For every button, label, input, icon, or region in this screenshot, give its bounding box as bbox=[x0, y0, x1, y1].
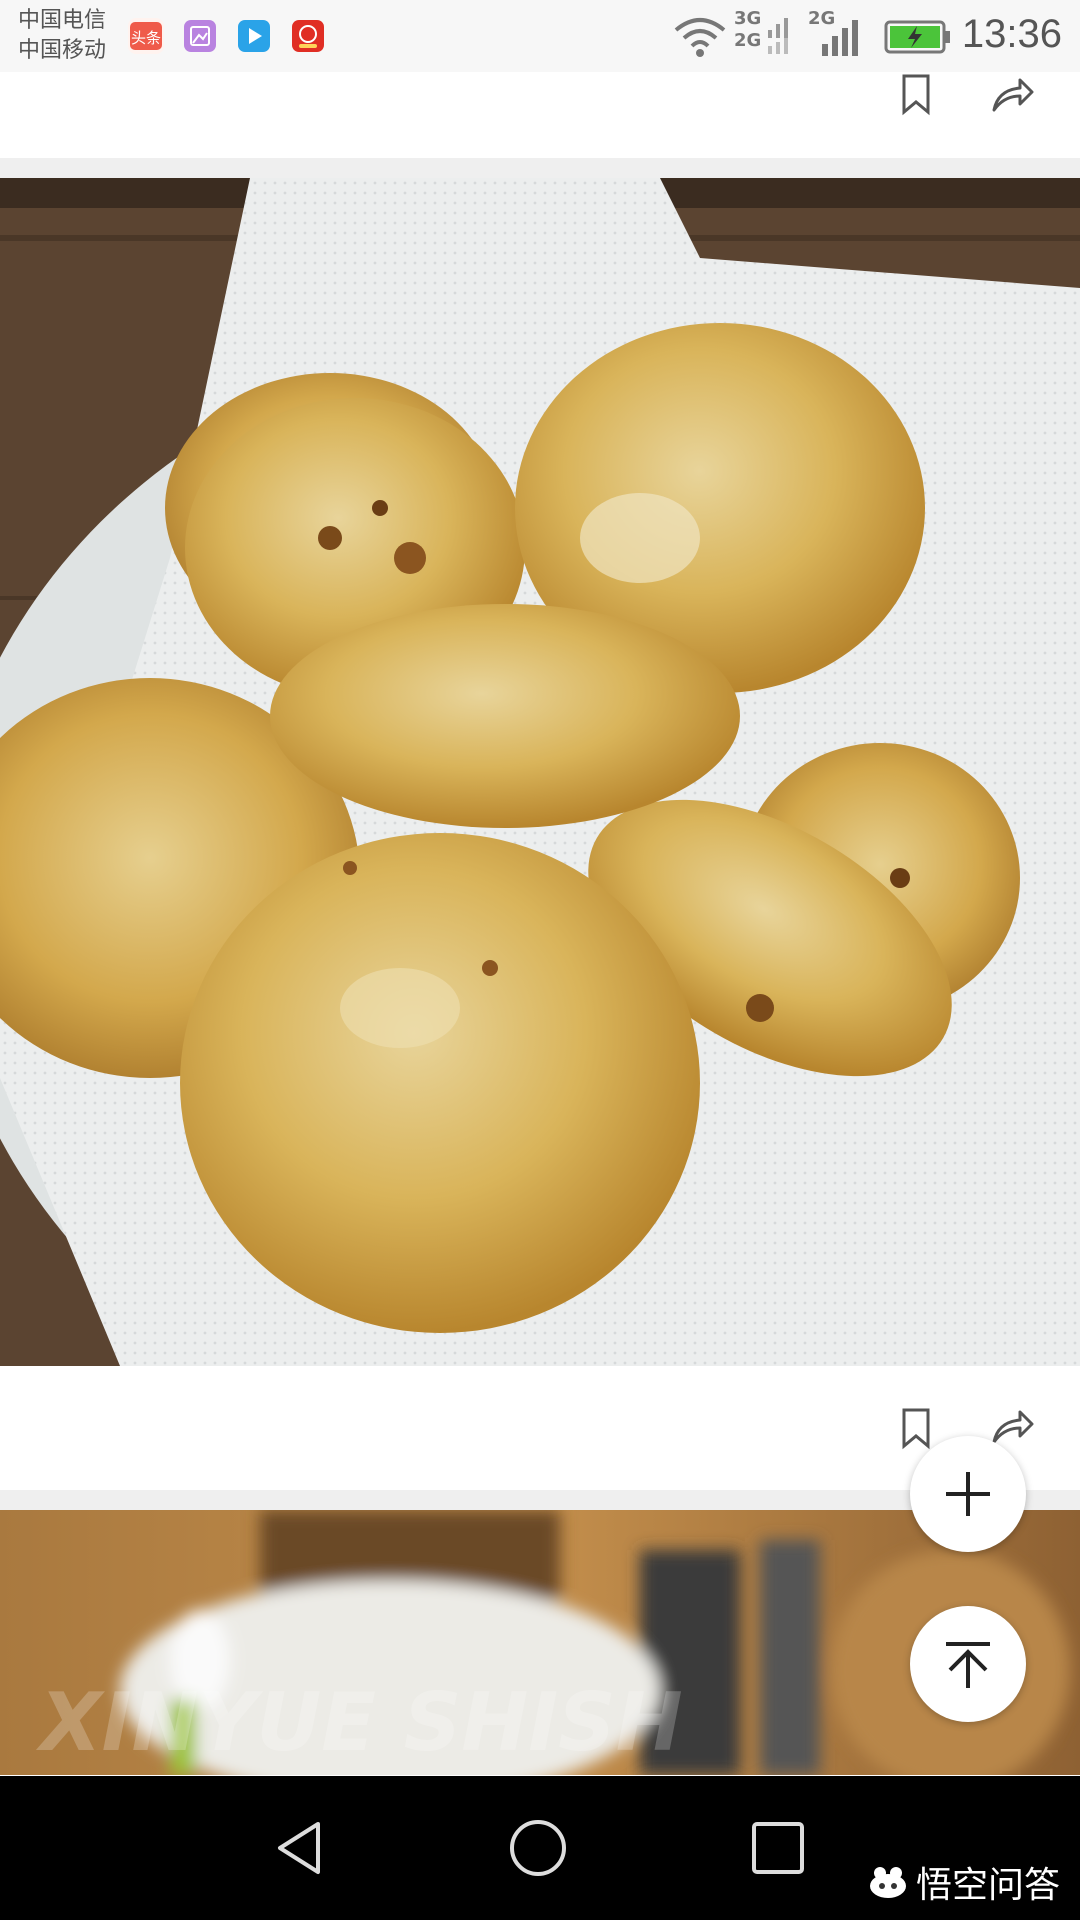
gallery-app-icon bbox=[182, 18, 218, 54]
wukong-logo-icon bbox=[869, 1867, 906, 1898]
card-1-actions bbox=[0, 72, 1080, 156]
image-watermark: XINYUE SHISH bbox=[35, 1676, 683, 1769]
feed-divider-1 bbox=[0, 158, 1080, 178]
carrier-telecom: 中国电信 bbox=[18, 8, 107, 33]
share-icon[interactable] bbox=[990, 72, 1034, 116]
add-button[interactable] bbox=[910, 1436, 1026, 1552]
status-bar: 中国电信 中国移动 头条 3G 2G 2G 13:36 bbox=[0, 0, 1080, 72]
signal-bars-icon-2 bbox=[822, 20, 858, 56]
home-circle-icon[interactable] bbox=[508, 1818, 568, 1878]
network-2g-a: 2G bbox=[734, 30, 762, 51]
plus-icon bbox=[946, 1472, 990, 1516]
network-3g: 3G bbox=[734, 8, 762, 29]
signal-bars-icon-1 bbox=[768, 18, 788, 54]
battery-charging-icon bbox=[884, 20, 950, 54]
video-app-icon bbox=[236, 18, 272, 54]
fried-lotus-root-image[interactable] bbox=[0, 178, 1080, 1366]
wukong-brand-text: 悟空问答 bbox=[915, 1865, 1060, 1906]
carrier-mobile: 中国移动 bbox=[18, 38, 107, 63]
toutiao-label: 头条 bbox=[131, 29, 161, 47]
back-to-top-icon bbox=[946, 1642, 990, 1688]
recent-square-icon[interactable] bbox=[748, 1818, 808, 1878]
network-labels: 3G 2G bbox=[734, 8, 761, 52]
toutiao-app-icon: 头条 bbox=[128, 18, 164, 54]
clock: 13:36 bbox=[961, 12, 1062, 56]
back-to-top-button[interactable] bbox=[910, 1606, 1026, 1722]
bookmark-icon[interactable] bbox=[894, 1406, 938, 1450]
wifi-icon bbox=[674, 18, 726, 57]
pinduoduo-app-icon bbox=[290, 18, 326, 54]
carrier-info: 中国电信 中国移动 bbox=[18, 6, 106, 66]
bookmark-icon[interactable] bbox=[894, 72, 938, 116]
share-icon[interactable] bbox=[990, 1404, 1034, 1448]
back-triangle-icon[interactable] bbox=[270, 1818, 330, 1878]
wukong-watermark: 悟空问答 bbox=[868, 1860, 1060, 1906]
app-screen: 中国电信 中国移动 头条 3G 2G 2G 13:36 XINYUE SHISH… bbox=[0, 0, 1080, 1920]
